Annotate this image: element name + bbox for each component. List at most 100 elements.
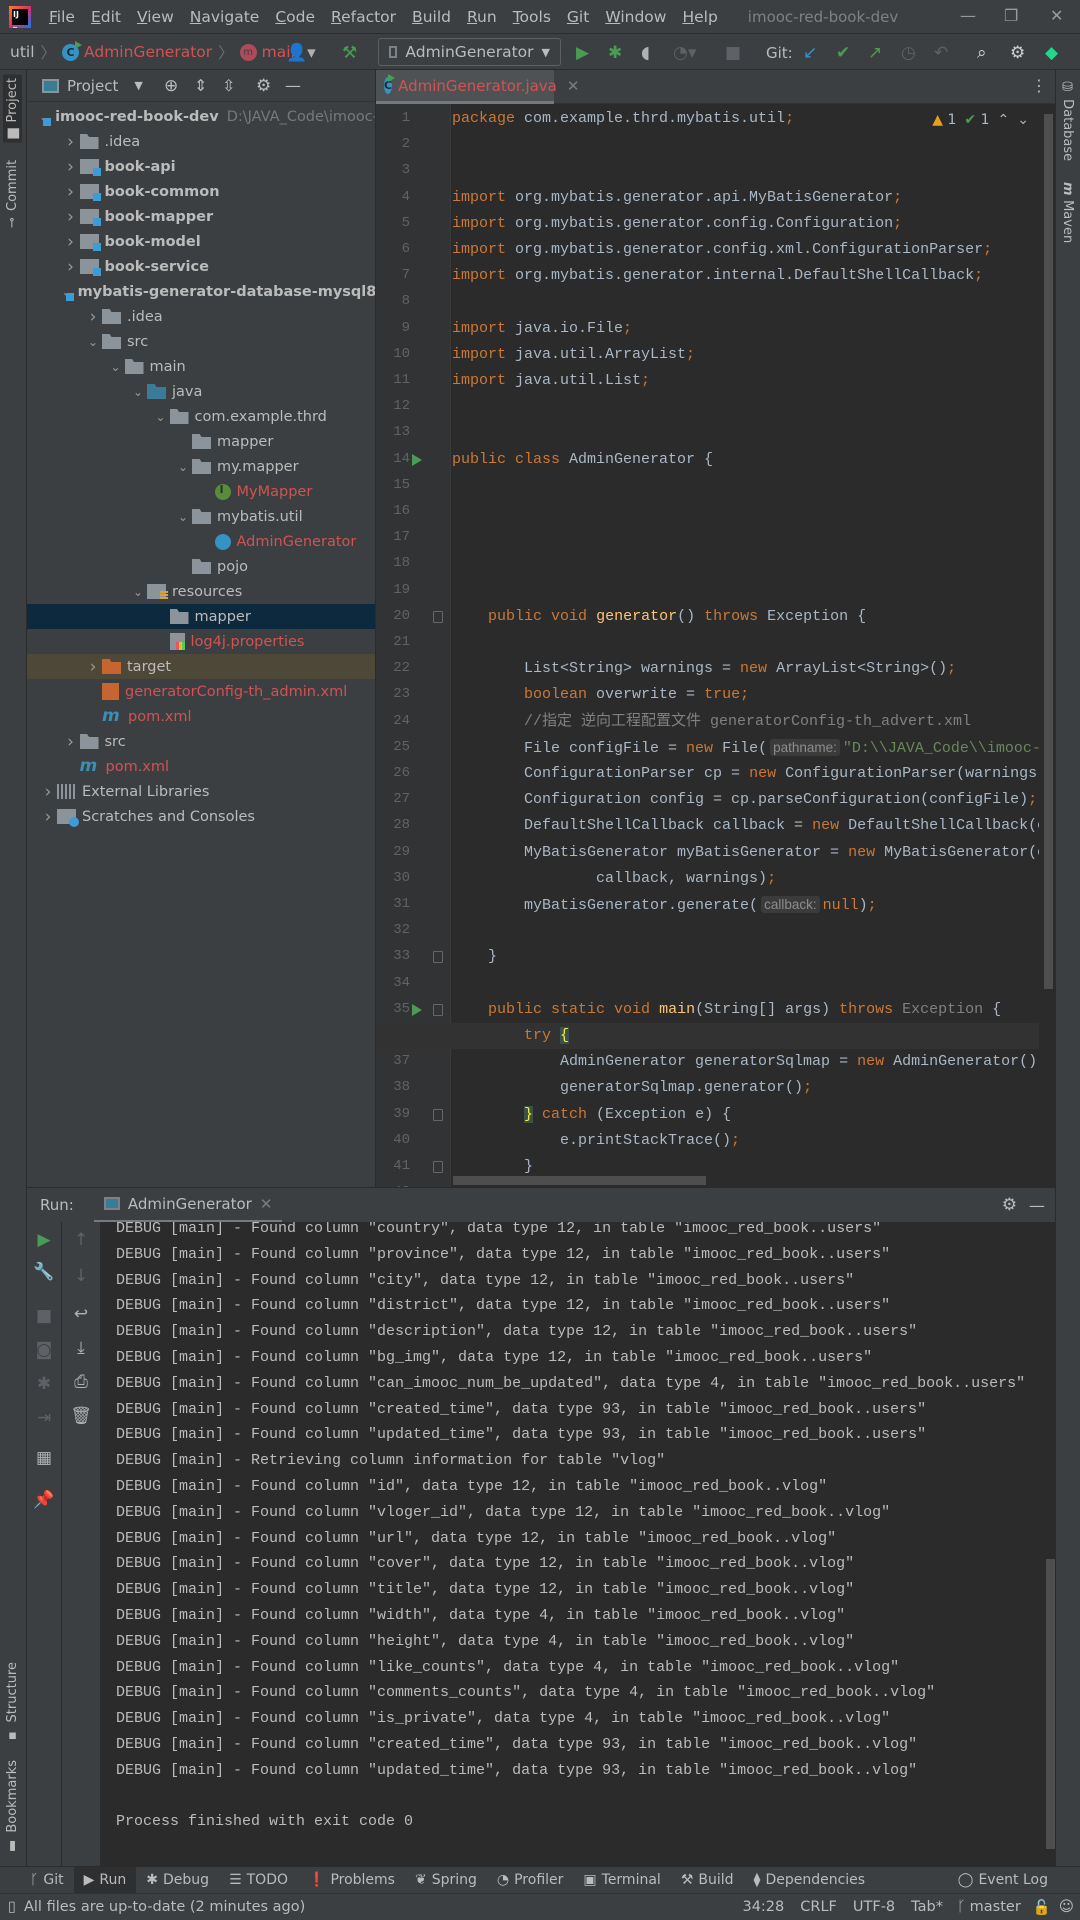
editor-vertical-scrollbar[interactable] bbox=[1041, 104, 1055, 1187]
tool-tab-structure[interactable]: ▪ Structure bbox=[5, 1662, 20, 1743]
code-line[interactable] bbox=[452, 289, 1039, 315]
close-window-icon[interactable]: ✕ bbox=[1050, 6, 1063, 25]
chevron-down-icon[interactable]: ⌄ bbox=[174, 460, 192, 474]
menu-edit[interactable]: Edit bbox=[83, 8, 129, 26]
tool-button-event-log[interactable]: ◯ Event Log bbox=[948, 1867, 1058, 1894]
chevron-right-icon[interactable]: › bbox=[84, 657, 102, 677]
code-with-me-icon[interactable]: ◆ bbox=[1045, 43, 1058, 63]
tree-item[interactable]: m pom.xml bbox=[27, 704, 375, 729]
tree-item[interactable]: › src bbox=[27, 729, 375, 754]
tree-item[interactable]: ⌄ com.example.thrd bbox=[27, 404, 375, 429]
chevron-down-icon[interactable]: ⌄ bbox=[152, 410, 170, 424]
run-console[interactable]: DEBUG [main] - Found column "country", d… bbox=[101, 1222, 1055, 1866]
code-line[interactable]: ConfigurationParser cp = new Configurati… bbox=[452, 761, 1039, 787]
chevron-down-icon[interactable]: ⌄ bbox=[129, 585, 147, 599]
line-ending[interactable]: CRLF bbox=[800, 1899, 837, 1915]
tree-item[interactable]: › External Libraries bbox=[27, 779, 375, 804]
previous-highlight-icon[interactable]: ⌃ bbox=[998, 112, 1010, 128]
hide-panel-icon[interactable]: — bbox=[1029, 1196, 1045, 1215]
menu-view[interactable]: View bbox=[129, 8, 182, 26]
tree-item[interactable]: › book-common bbox=[27, 179, 375, 204]
code-line[interactable] bbox=[452, 551, 1039, 577]
chevron-down-icon[interactable]: ⌄ bbox=[84, 335, 102, 349]
tree-item[interactable]: ⌄ mybatis-generator-database-mysql8 bbox=[27, 279, 375, 304]
toggle-panels-icon[interactable]: ▯ bbox=[8, 1899, 16, 1915]
git-commit-icon[interactable]: ✔ bbox=[836, 43, 850, 63]
tree-item[interactable]: › book-api bbox=[27, 154, 375, 179]
fold-marker-icon[interactable] bbox=[433, 951, 443, 964]
minimize-icon[interactable]: — bbox=[960, 6, 976, 25]
tree-item[interactable]: ⌄ my.mapper bbox=[27, 454, 375, 479]
chevron-right-icon[interactable]: › bbox=[62, 207, 80, 227]
tree-item[interactable]: pojo bbox=[27, 554, 375, 579]
tree-item[interactable]: ⌄imooc-red-book-devD:\JAVA_Code\imooc-re… bbox=[27, 104, 375, 129]
profile-icon[interactable]: ◔▾ bbox=[673, 43, 696, 63]
chevron-right-icon[interactable]: › bbox=[62, 257, 80, 277]
inspection-widget[interactable]: ▲ 1 ✔ 1 ⌃ ⌄ bbox=[932, 112, 1029, 128]
code-line[interactable]: import org.mybatis.generator.internal.De… bbox=[452, 263, 1039, 289]
fold-marker-icon[interactable] bbox=[433, 1003, 443, 1016]
menu-code[interactable]: Code bbox=[267, 8, 323, 26]
soft-wrap-icon[interactable]: ↩ bbox=[62, 1304, 100, 1324]
hide-panel-icon[interactable]: — bbox=[285, 76, 301, 95]
settings-gear-icon[interactable]: ⚙ bbox=[256, 76, 271, 96]
user-icon[interactable]: 👤▾ bbox=[286, 43, 316, 63]
code-line[interactable] bbox=[452, 420, 1039, 446]
tool-button-run[interactable]: ▶ Run bbox=[73, 1866, 137, 1894]
git-branch[interactable]: master bbox=[970, 1899, 1021, 1915]
tree-item[interactable]: m pom.xml bbox=[27, 754, 375, 779]
code-line[interactable] bbox=[452, 132, 1039, 158]
locate-icon[interactable]: ⊕ bbox=[164, 76, 178, 96]
scrollbar-thumb[interactable] bbox=[1044, 114, 1053, 989]
tool-tab-commit[interactable]: ⊸ Commit bbox=[5, 160, 20, 228]
edit-configuration-wrench-icon[interactable]: 🔧 bbox=[27, 1262, 61, 1282]
tree-item[interactable]: › book-mapper bbox=[27, 204, 375, 229]
scroll-to-end-icon[interactable]: ⤓ bbox=[62, 1338, 100, 1358]
warning-count[interactable]: ▲ 1 bbox=[932, 112, 956, 128]
menu-file[interactable]: File bbox=[41, 8, 83, 26]
code-line[interactable]: //指定 逆向工程配置文件 generatorConfig-th_advert.… bbox=[452, 709, 1039, 735]
up-arrow-icon[interactable]: ↑ bbox=[62, 1230, 100, 1250]
fold-marker-icon[interactable] bbox=[433, 1108, 443, 1121]
run-icon[interactable]: ▶ bbox=[576, 43, 589, 63]
editor-tab-admin-generator[interactable]: C AdminGenerator.java ✕ bbox=[376, 70, 579, 104]
menu-navigate[interactable]: Navigate bbox=[182, 8, 268, 26]
tool-button-todo[interactable]: ☰ TODO bbox=[219, 1867, 298, 1894]
code-line[interactable]: DefaultShellCallback callback = new Defa… bbox=[452, 813, 1039, 839]
chevron-right-icon[interactable]: › bbox=[62, 157, 80, 177]
tree-item[interactable]: log4j.properties bbox=[27, 629, 375, 654]
tool-button-git[interactable]: ᚴ Git bbox=[20, 1867, 74, 1894]
chevron-down-icon[interactable]: ⌄ bbox=[174, 510, 192, 524]
chevron-right-icon[interactable]: › bbox=[62, 182, 80, 202]
build-hammer-icon[interactable]: ⚒ bbox=[342, 43, 357, 63]
chevron-right-icon[interactable]: › bbox=[84, 307, 102, 327]
debug-icon[interactable]: ✱ bbox=[27, 1374, 61, 1394]
tree-item[interactable]: ⌄ src bbox=[27, 329, 375, 354]
run-gutter-icon[interactable] bbox=[412, 1003, 422, 1016]
camera-icon[interactable]: ◙ bbox=[27, 1340, 61, 1360]
unlock-icon[interactable]: 🔓 bbox=[1033, 1899, 1051, 1916]
code-line[interactable]: public void generator() throws Exception… bbox=[452, 604, 1039, 630]
code-line[interactable]: myBatisGenerator.generate(callback: null)… bbox=[452, 892, 1039, 918]
chevron-right-icon[interactable]: › bbox=[39, 782, 57, 802]
tool-tab-maven[interactable]: m Maven bbox=[1060, 182, 1075, 243]
tree-item[interactable]: › book-service bbox=[27, 254, 375, 279]
run-tab-admin-generator[interactable]: AdminGenerator ✕ bbox=[93, 1188, 283, 1223]
pin-icon[interactable]: 📌 bbox=[27, 1490, 61, 1510]
tool-button-build[interactable]: ⚒ Build bbox=[671, 1867, 744, 1894]
tree-item[interactable]: › Scratches and Consoles bbox=[27, 804, 375, 829]
tree-item[interactable]: AdminGenerator bbox=[27, 529, 375, 554]
close-tab-icon[interactable]: ✕ bbox=[567, 77, 580, 95]
code-line[interactable]: try { bbox=[376, 1023, 1039, 1049]
tree-item[interactable]: MyMapper bbox=[27, 479, 375, 504]
chevron-down-icon[interactable]: ▼ bbox=[134, 79, 142, 92]
menu-build[interactable]: Build bbox=[404, 8, 459, 26]
chevron-right-icon[interactable]: › bbox=[62, 732, 80, 752]
code-line[interactable]: List<String> warnings = new ArrayList<St… bbox=[452, 656, 1039, 682]
code-line[interactable] bbox=[452, 499, 1039, 525]
editor-horizontal-scrollbar[interactable] bbox=[453, 1176, 706, 1185]
tree-item[interactable]: mapper bbox=[27, 604, 375, 629]
tree-item[interactable]: ⌄ java bbox=[27, 379, 375, 404]
code-line[interactable]: import java.util.ArrayList; bbox=[452, 342, 1039, 368]
tree-item[interactable]: generatorConfig-th_admin.xml bbox=[27, 679, 375, 704]
